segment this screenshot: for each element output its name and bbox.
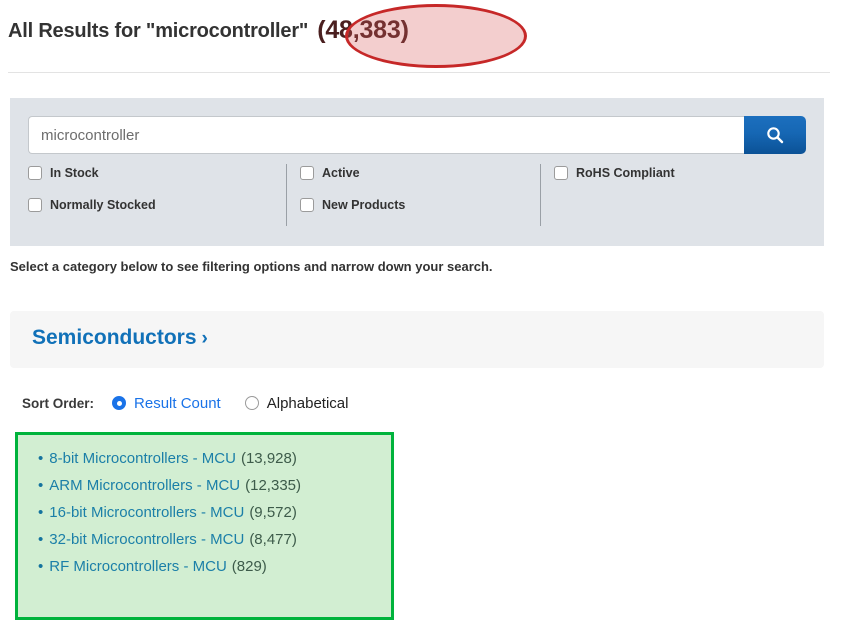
checkbox-new-products[interactable]: New Products — [300, 194, 405, 216]
list-item[interactable]: • RF Microcontrollers - MCU (829) — [38, 558, 301, 575]
subcategory-count: (9,572) — [249, 504, 297, 521]
filter-column-2: Active New Products — [300, 162, 405, 226]
checkbox-active[interactable]: Active — [300, 162, 405, 184]
bullet-icon: • — [38, 450, 44, 467]
instruction-text: Select a category below to see filtering… — [10, 259, 493, 274]
checkbox-box-icon[interactable] — [28, 198, 42, 212]
filter-checkbox-area: In Stock Normally Stocked Active New Pro… — [28, 162, 806, 230]
bullet-icon: • — [38, 504, 44, 521]
page-title: All Results for "microcontroller" (48,383… — [8, 16, 409, 45]
category-link-label: Semiconductors — [32, 326, 197, 349]
subcategory-link[interactable]: 16-bit Microcontrollers - MCU — [49, 504, 244, 521]
checkbox-box-icon[interactable] — [300, 166, 314, 180]
sort-order-row: Sort Order: Result Count Alphabetical — [22, 392, 372, 414]
filter-column-3: RoHS Compliant — [554, 162, 675, 194]
filter-panel: In Stock Normally Stocked Active New Pro… — [10, 98, 824, 246]
radio-button-icon[interactable] — [244, 396, 259, 410]
subcategory-link[interactable]: ARM Microcontrollers - MCU — [49, 477, 240, 494]
subcategory-count: (8,477) — [249, 531, 297, 548]
checkbox-label: RoHS Compliant — [576, 166, 675, 180]
search-row — [28, 116, 806, 154]
subcategory-results-list: • 8-bit Microcontrollers - MCU (13,928) … — [38, 450, 301, 585]
result-count-total: (48,383) — [317, 16, 409, 44]
page-title-text: All Results for "microcontroller" — [8, 20, 309, 42]
header-divider — [8, 72, 830, 73]
radio-dot-icon — [116, 400, 122, 406]
subcategory-link[interactable]: RF Microcontrollers - MCU — [49, 558, 227, 575]
checkbox-box-icon[interactable] — [28, 166, 42, 180]
filter-column-divider-1 — [286, 164, 287, 226]
checkbox-label: New Products — [322, 198, 406, 212]
annotation-rectangle-results: • 8-bit Microcontrollers - MCU (13,928) … — [15, 432, 394, 620]
search-button[interactable] — [744, 116, 806, 154]
bullet-icon: • — [38, 531, 44, 548]
checkbox-label: In Stock — [50, 166, 99, 180]
bullet-icon: • — [38, 558, 44, 575]
filter-column-divider-2 — [540, 164, 541, 226]
bullet-icon: • — [38, 477, 44, 494]
category-panel-semiconductors[interactable]: Semiconductors › — [10, 311, 824, 368]
checkbox-label: Normally Stocked — [50, 198, 156, 212]
radio-result-count[interactable]: Result Count — [112, 395, 221, 412]
radio-label: Alphabetical — [266, 394, 349, 412]
category-link-semiconductors[interactable]: Semiconductors › — [32, 326, 208, 350]
search-icon — [765, 125, 785, 145]
checkbox-box-icon[interactable] — [554, 166, 568, 180]
radio-alphabetical[interactable]: Alphabetical — [244, 394, 349, 412]
list-item[interactable]: • 16-bit Microcontrollers - MCU (9,572) — [38, 504, 301, 521]
checkbox-normally-stocked[interactable]: Normally Stocked — [28, 194, 156, 216]
subcategory-link[interactable]: 32-bit Microcontrollers - MCU — [49, 531, 244, 548]
list-item[interactable]: • 32-bit Microcontrollers - MCU (8,477) — [38, 531, 301, 548]
checkbox-in-stock[interactable]: In Stock — [28, 162, 156, 184]
checkbox-rohs-compliant[interactable]: RoHS Compliant — [554, 162, 675, 184]
chevron-right-icon: › — [201, 328, 208, 349]
checkbox-label: Active — [322, 166, 360, 180]
list-item[interactable]: • ARM Microcontrollers - MCU (12,335) — [38, 477, 301, 494]
subcategory-count: (13,928) — [240, 450, 297, 467]
filter-column-1: In Stock Normally Stocked — [28, 162, 156, 226]
subcategory-link[interactable]: 8-bit Microcontrollers - MCU — [49, 450, 236, 467]
sort-order-label: Sort Order: — [22, 395, 95, 411]
subcategory-count: (12,335) — [245, 477, 301, 494]
checkbox-box-icon[interactable] — [300, 198, 314, 212]
radio-button-icon[interactable] — [112, 396, 127, 410]
radio-label: Result Count — [134, 394, 221, 412]
list-item[interactable]: • 8-bit Microcontrollers - MCU (13,928) — [38, 450, 301, 467]
subcategory-count: (829) — [231, 558, 267, 575]
search-input[interactable] — [28, 116, 744, 154]
